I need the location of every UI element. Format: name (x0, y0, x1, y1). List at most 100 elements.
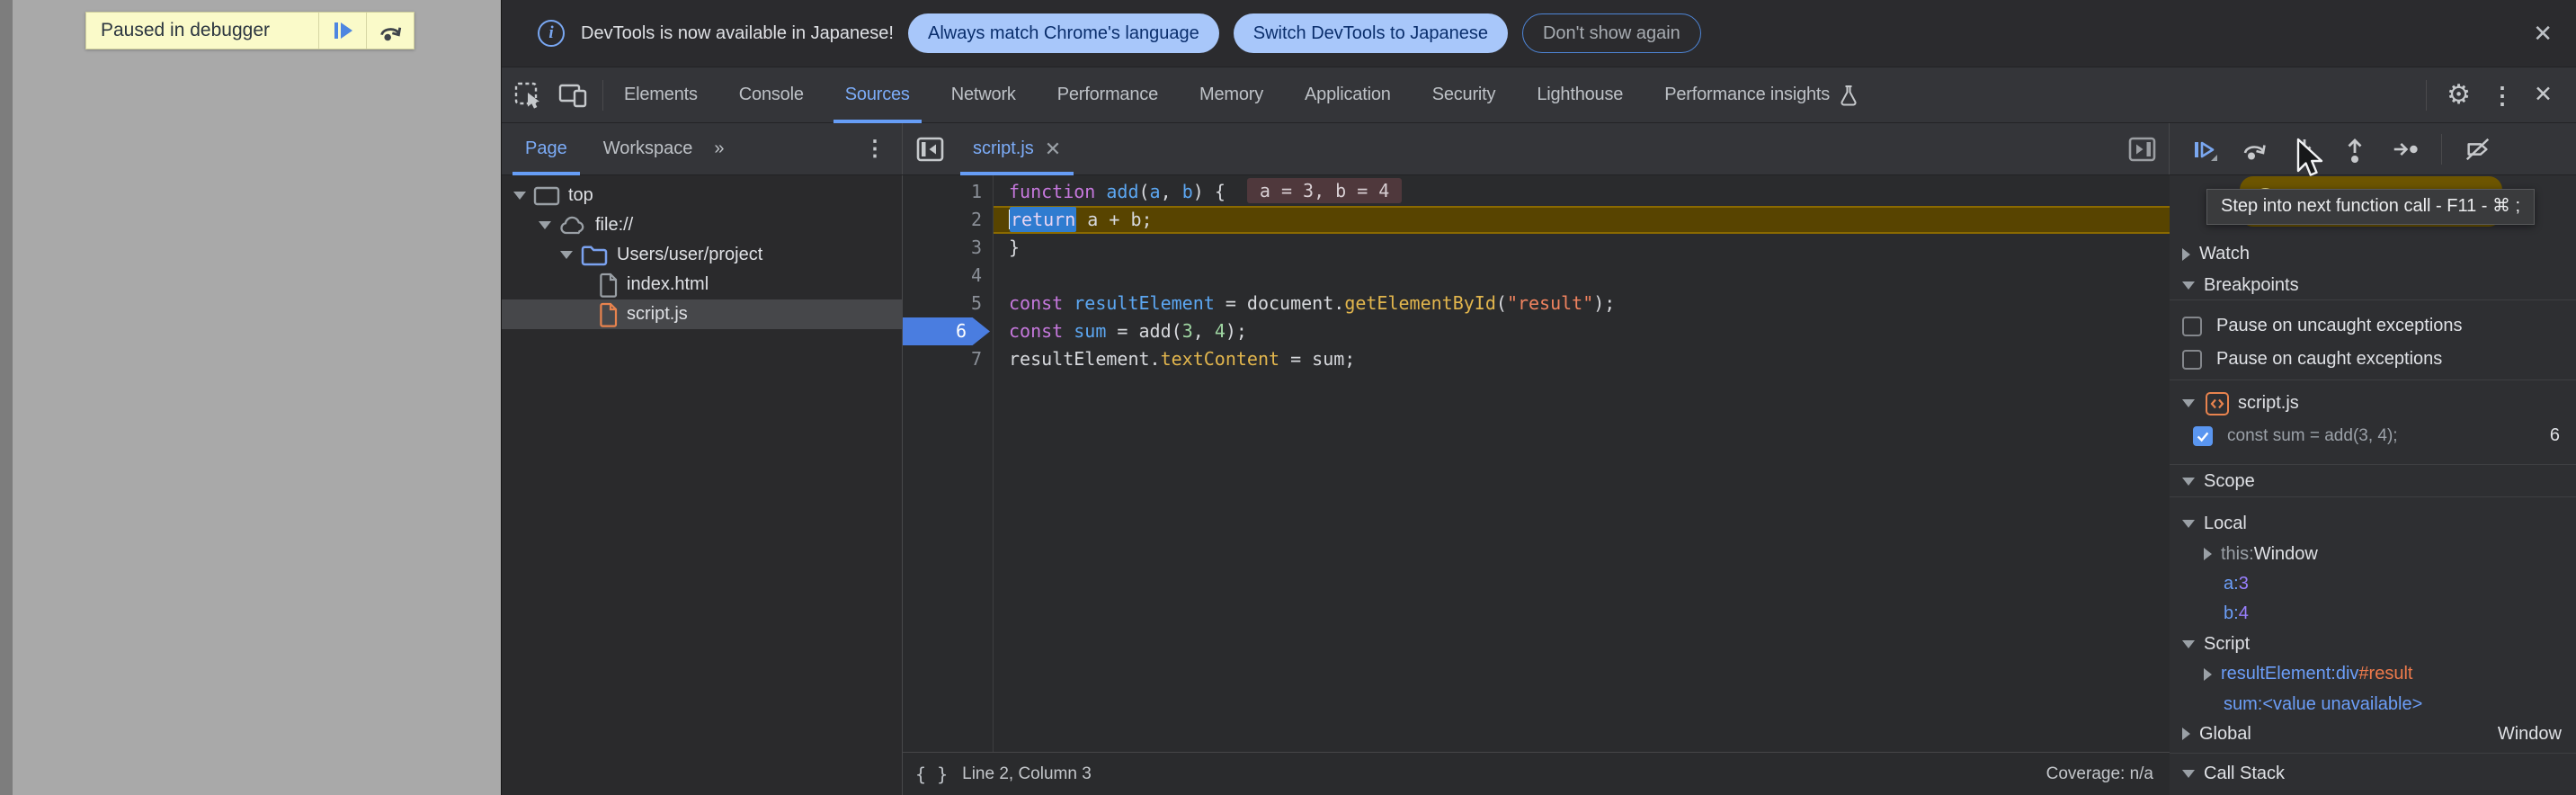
chevron-down-icon[interactable] (2182, 640, 2195, 648)
scope-var-a[interactable]: a: 3 (2170, 569, 2576, 599)
resume-button[interactable] (2189, 135, 2218, 164)
chevron-right-icon[interactable] (2204, 668, 2212, 681)
more-tabs-icon[interactable]: » (714, 138, 721, 159)
resume-script-button[interactable] (318, 13, 366, 49)
scope-group-global[interactable]: Global Window (2170, 719, 2576, 749)
tab-label: Security (1432, 85, 1496, 105)
scope-group-local[interactable]: Local (2170, 509, 2576, 539)
code-token: , (1193, 320, 1215, 342)
code-token: "result" (1507, 292, 1593, 314)
tab-label: Lighthouse (1537, 85, 1623, 105)
code-editor: 1234567 function add(a, b) {a = 3, b = 4… (903, 175, 2170, 795)
scope-var-resultelement[interactable]: resultElement: div#result (2170, 659, 2576, 689)
breakpoint-marker[interactable]: 6 (903, 317, 990, 345)
chevron-down-icon[interactable] (560, 251, 573, 259)
devtools-main-toolbar: ElementsConsoleSourcesNetworkPerformance… (502, 67, 2576, 123)
tab-application[interactable]: Application (1284, 67, 1412, 123)
tab-workspace[interactable]: Workspace (585, 123, 711, 175)
tab-console[interactable]: Console (718, 67, 824, 123)
devtools-close-icon[interactable]: ✕ (2534, 84, 2553, 106)
tab-page[interactable]: Page (507, 123, 585, 175)
chevron-down-icon (2182, 770, 2195, 778)
tab-performance[interactable]: Performance (1037, 67, 1179, 123)
scope-group-script[interactable]: Script (2170, 630, 2576, 659)
infobar-close-icon[interactable]: ✕ (2533, 0, 2553, 67)
chevron-down-icon[interactable] (539, 221, 551, 229)
breakpoint-group-script-js[interactable]: script.js (2170, 389, 2576, 418)
checkbox-unchecked-icon[interactable] (2182, 350, 2202, 370)
scope-var-this[interactable]: this: Window (2170, 539, 2576, 568)
line-number[interactable]: 4 (903, 262, 990, 290)
code-token: 4 (1215, 320, 1226, 342)
scope-group-value: Window (2498, 724, 2562, 745)
tab-memory[interactable]: Memory (1179, 67, 1284, 123)
navigator-more-icon[interactable]: ⋮ (864, 136, 886, 162)
chevron-right-icon[interactable] (2182, 728, 2190, 740)
chevron-right-icon[interactable] (2204, 548, 2212, 560)
line-number[interactable]: 5 (903, 290, 990, 317)
scope-var-value: Window (2254, 544, 2318, 565)
tab-lighthouse[interactable]: Lighthouse (1516, 67, 1644, 123)
hide-debugger-sidebar-button[interactable] (2127, 135, 2158, 164)
tree-item-index-html[interactable]: index.html (502, 270, 902, 299)
tab-performance-insights[interactable]: Performance insights (1644, 67, 1879, 123)
pause-caught-label: Pause on caught exceptions (2216, 349, 2442, 370)
tree-item-users-user-project[interactable]: Users/user/project (502, 240, 902, 270)
switch-devtools-japanese-button[interactable]: Switch DevTools to Japanese (1234, 13, 1508, 53)
code-token: ); (1593, 292, 1615, 314)
pause-uncaught-exceptions-row[interactable]: Pause on uncaught exceptions (2170, 311, 2576, 341)
settings-gear-icon[interactable]: ⚙ (2447, 82, 2471, 109)
code-token: ( (1139, 181, 1150, 202)
watch-section-header[interactable]: Watch (2170, 239, 2576, 269)
paused-in-debugger-banner: Paused in debugger (85, 12, 414, 49)
line-number[interactable]: 3 (903, 234, 990, 262)
pause-caught-exceptions-row[interactable]: Pause on caught exceptions (2170, 344, 2576, 374)
editor-tab-close-icon[interactable]: ✕ (1045, 138, 1061, 161)
device-toolbar-button[interactable] (557, 81, 588, 110)
editor-tab-script-js[interactable]: script.js ✕ (958, 123, 1075, 175)
line-number[interactable]: 7 (903, 345, 990, 373)
more-options-icon[interactable]: ⋮ (2491, 84, 2514, 107)
coverage-label: Coverage: n/a (2046, 764, 2153, 784)
tab-elements[interactable]: Elements (603, 67, 718, 123)
line-number[interactable]: 1 (903, 178, 990, 206)
hide-navigator-button[interactable] (915, 135, 946, 164)
chevron-down-icon[interactable] (513, 192, 526, 200)
code-line: function add(a, b) {a = 3, b = 4 (994, 178, 2170, 206)
scope-var-sum[interactable]: sum: <value unavailable> (2170, 689, 2576, 719)
watch-label: Watch (2199, 244, 2250, 264)
code-token: , (1161, 181, 1182, 202)
checkbox-checked-icon[interactable] (2193, 426, 2213, 446)
scope-section-header[interactable]: Scope (2170, 467, 2576, 497)
step-over-icon (2240, 135, 2268, 164)
tree-item-top[interactable]: top (502, 181, 902, 210)
deactivate-breakpoints-button[interactable] (2464, 135, 2492, 164)
scope-var-b[interactable]: b: 4 (2170, 599, 2576, 629)
dont-show-again-button[interactable]: Don't show again (1522, 13, 1701, 53)
chevron-down-icon[interactable] (2182, 520, 2195, 528)
breakpoint-entry-row[interactable]: const sum = add(3, 4); 6 (2170, 421, 2576, 451)
scope-group-label: Global (2199, 724, 2251, 745)
step-over-banner-button[interactable] (366, 13, 414, 49)
tree-item-script-js[interactable]: script.js (502, 299, 902, 329)
pretty-print-button[interactable]: { } (915, 764, 948, 785)
match-chrome-language-button[interactable]: Always match Chrome's language (908, 13, 1219, 53)
code-token: ( (1496, 292, 1507, 314)
tab-security[interactable]: Security (1412, 67, 1517, 123)
step-out-button[interactable] (2340, 135, 2369, 164)
line-number[interactable]: 2 (903, 206, 990, 234)
hide-debugger-sidebar-icon (2127, 135, 2158, 164)
breakpoints-section-header[interactable]: Breakpoints (2170, 271, 2576, 300)
tab-sources[interactable]: Sources (824, 67, 931, 123)
toolbar-divider (2426, 80, 2427, 111)
checkbox-unchecked-icon[interactable] (2182, 317, 2202, 336)
call-stack-section-header[interactable]: Call Stack (2170, 759, 2576, 789)
panel-tabs: ElementsConsoleSourcesNetworkPerformance… (603, 67, 1879, 123)
tab-network[interactable]: Network (931, 67, 1037, 123)
step-over-button[interactable] (2240, 135, 2268, 164)
step-button[interactable] (2391, 135, 2420, 164)
code-line: resultElement.textContent = sum; (994, 345, 2170, 373)
inspect-element-button[interactable] (513, 80, 543, 111)
scope-var-name: a: (2224, 574, 2239, 594)
tree-item-file[interactable]: file:// (502, 210, 902, 240)
